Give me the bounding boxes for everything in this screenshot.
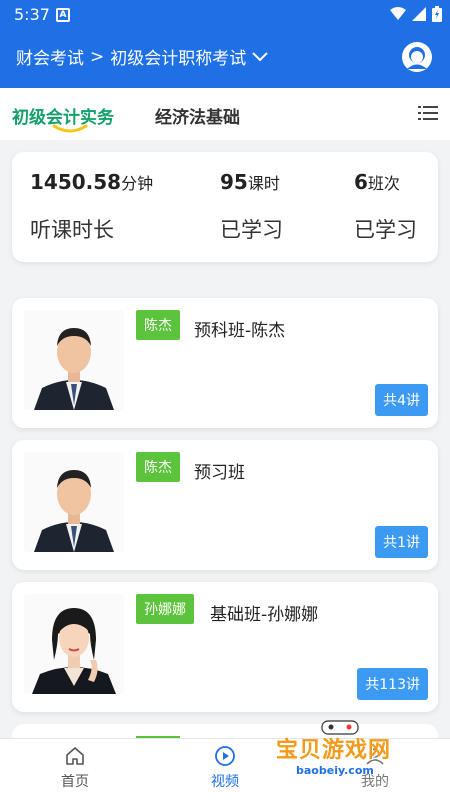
home-icon bbox=[66, 747, 84, 765]
wifi-icon bbox=[390, 7, 406, 20]
course-card[interactable]: 陈杰 预习班 共1讲 bbox=[12, 440, 438, 570]
tab-active-indicator bbox=[52, 124, 88, 133]
study-stats-card: 1450.58分钟 听课时长 95课时 已学习 6班次 已学习 bbox=[12, 152, 438, 262]
stat-lessons-unit: 课时 bbox=[247, 174, 280, 193]
stat-duration-value: 1450.58 bbox=[30, 170, 122, 194]
app-header: 财会考试 > 初级会计职称考试 bbox=[0, 30, 450, 88]
stat-classes-label: 已学习 bbox=[354, 218, 417, 242]
course-title: 预科班-陈杰 bbox=[194, 321, 286, 341]
teacher-photo bbox=[24, 452, 124, 552]
exam-selector[interactable]: 财会考试 > 初级会计职称考试 bbox=[16, 44, 268, 69]
stat-duration: 1450.58分钟 听课时长 bbox=[30, 170, 154, 242]
status-bar: 5:37 A bbox=[0, 0, 450, 30]
teacher-photo bbox=[24, 594, 124, 694]
nav-mine-label: 我的 bbox=[361, 774, 389, 790]
play-circle-icon bbox=[215, 746, 235, 766]
teacher-tag: 陈杰 bbox=[136, 310, 180, 340]
user-avatar-icon[interactable] bbox=[402, 42, 432, 72]
teacher-photo bbox=[24, 310, 124, 410]
stat-classes-value: 6 bbox=[354, 170, 368, 194]
stat-lessons-value: 95 bbox=[220, 170, 248, 194]
stat-duration-label: 听课时长 bbox=[30, 218, 114, 242]
stat-classes: 6班次 已学习 bbox=[354, 170, 417, 242]
status-icons bbox=[390, 6, 442, 22]
nav-video-label: 视频 bbox=[211, 774, 239, 790]
nav-home-label: 首页 bbox=[61, 774, 89, 790]
breadcrumb-separator: > bbox=[90, 46, 105, 67]
lesson-count-badge: 共113讲 bbox=[357, 668, 428, 700]
user-icon bbox=[366, 748, 384, 765]
course-title: 预习班 bbox=[194, 463, 245, 483]
nav-video[interactable]: 视频 bbox=[195, 745, 255, 791]
status-time: 5:37 bbox=[14, 5, 50, 24]
tab-economic-law[interactable]: 经济法基础 bbox=[155, 103, 240, 128]
chevron-down-icon bbox=[252, 51, 268, 61]
nav-home[interactable]: 首页 bbox=[45, 745, 105, 791]
menu-list-icon[interactable] bbox=[418, 104, 438, 122]
lesson-count-badge: 共1讲 bbox=[375, 526, 428, 558]
teacher-tag: 陈杰 bbox=[136, 452, 180, 482]
battery-icon bbox=[432, 6, 442, 22]
stat-duration-unit: 分钟 bbox=[121, 174, 154, 193]
lesson-count-badge: 共4讲 bbox=[375, 384, 428, 416]
course-card[interactable]: 陈杰 预科班-陈杰 共4讲 bbox=[12, 298, 438, 428]
teacher-tag: 孙娜娜 bbox=[136, 594, 194, 624]
breadcrumb-current: 初级会计职称考试 bbox=[110, 49, 247, 69]
breadcrumb-root: 财会考试 bbox=[16, 49, 84, 69]
stat-lessons-label: 已学习 bbox=[220, 218, 283, 242]
course-title: 基础班-孙娜娜 bbox=[210, 605, 319, 625]
bottom-nav: 首页 视频 我的 bbox=[0, 738, 450, 800]
subject-tabs: 初级会计实务 经济法基础 bbox=[0, 88, 450, 140]
stat-lessons: 95课时 已学习 bbox=[220, 170, 283, 242]
course-card[interactable]: 孙娜娜 基础班-孙娜娜 共113讲 bbox=[12, 582, 438, 712]
stat-classes-unit: 班次 bbox=[367, 174, 400, 193]
notification-a-icon: A bbox=[56, 8, 70, 22]
nav-mine[interactable]: 我的 bbox=[345, 745, 405, 791]
signal-icon bbox=[412, 7, 426, 21]
